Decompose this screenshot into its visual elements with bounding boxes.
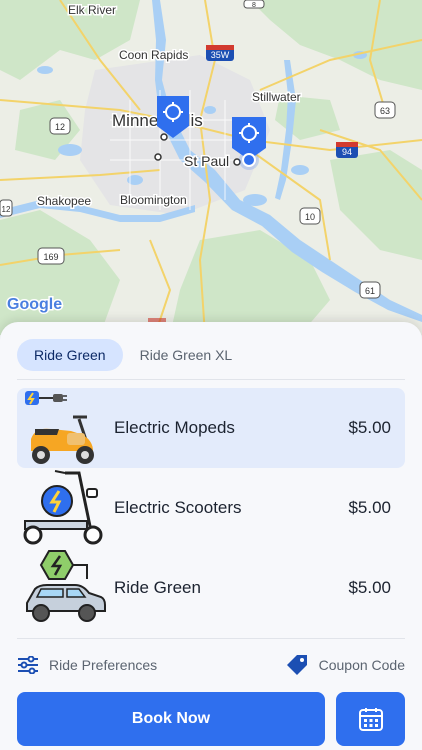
route-shield-12: 12 [49, 117, 71, 135]
calendar-icon [358, 708, 383, 731]
svg-text:8: 8 [252, 2, 256, 9]
place-shakopee: Shakopee [37, 194, 91, 208]
svg-text:12: 12 [55, 122, 65, 132]
current-location-icon [242, 153, 256, 167]
ride-price: $5.00 [348, 578, 391, 597]
schedule-ride-button[interactable] [336, 692, 405, 746]
route-shield-63: 63 [374, 101, 396, 119]
place-elk-river: Elk River [68, 3, 116, 17]
map-canvas[interactable]: 35W 94 12 12 63 169 10 61 8 Elk River Co… [0, 0, 422, 335]
electric-car-icon [26, 550, 106, 622]
svg-text:94: 94 [342, 147, 352, 157]
electric-scooter-icon [23, 470, 103, 545]
sliders-icon [18, 656, 38, 674]
place-bloomington: Bloomington [120, 193, 187, 207]
tag-icon [286, 655, 307, 675]
svg-text:35W: 35W [211, 50, 230, 60]
coupon-code-label: Coupon Code [318, 657, 405, 673]
ride-preferences-link[interactable]: Ride Preferences [17, 656, 157, 674]
place-stillwater: Stillwater [252, 90, 301, 104]
route-shield-61: 61 [359, 281, 381, 299]
electric-moped-icon [25, 391, 94, 464]
svg-text:10: 10 [305, 212, 315, 222]
route-shield-169: 169 [37, 247, 65, 265]
book-now-button[interactable]: Book Now [17, 692, 325, 746]
svg-text:12: 12 [2, 205, 11, 214]
ride-preferences-label: Ride Preferences [49, 657, 158, 673]
route-shield-12-west: 12 [0, 199, 13, 217]
ride-option-electric-mopeds[interactable]: Electric Mopeds $5.00 [17, 388, 405, 468]
divider [17, 638, 405, 639]
svg-text:169: 169 [43, 252, 58, 262]
route-shield-10: 10 [299, 207, 321, 225]
tab-ride-green-xl[interactable]: Ride Green XL [123, 339, 250, 371]
tab-ride-green[interactable]: Ride Green [17, 339, 123, 371]
ride-price: $5.00 [348, 498, 391, 517]
divider [17, 379, 405, 380]
place-coon-rapids: Coon Rapids [119, 48, 188, 62]
google-logo: Google [7, 296, 62, 313]
place-st-paul: St Paul [184, 153, 229, 169]
highway-shield-94: 94 [336, 142, 358, 158]
map-view[interactable]: 35W 94 12 12 63 169 10 61 8 Elk River Co… [0, 0, 422, 335]
ride-option-electric-scooters[interactable]: Electric Scooters $5.00 [17, 468, 405, 548]
svg-text:63: 63 [380, 106, 390, 116]
coupon-code-link[interactable]: Coupon Code [285, 653, 405, 677]
route-shield-8: 8 [243, 0, 265, 9]
ride-name: Ride Green [114, 578, 201, 597]
ride-category-tabs: Ride Green Ride Green XL [17, 339, 249, 371]
ride-name: Electric Mopeds [114, 418, 235, 437]
ride-name: Electric Scooters [114, 498, 242, 517]
ride-option-ride-green[interactable]: Ride Green $5.00 [17, 548, 405, 628]
highway-shield-35w: 35W [206, 45, 234, 61]
ride-price: $5.00 [348, 418, 391, 437]
svg-text:61: 61 [365, 286, 375, 296]
ride-selection-sheet: Ride Green Ride Green XL Electric Mopeds… [0, 322, 422, 750]
options-row: Ride Preferences Coupon Code [17, 652, 405, 678]
